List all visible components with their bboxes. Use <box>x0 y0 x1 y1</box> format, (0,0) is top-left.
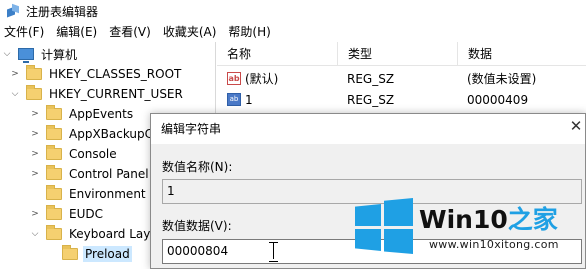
close-icon[interactable]: ✕ <box>567 116 585 136</box>
folder-icon <box>26 85 42 100</box>
tree-item-computer[interactable]: ⌵ 计算机 <box>2 44 79 64</box>
computer-icon <box>18 48 34 63</box>
tree-item-control-panel[interactable]: > Control Panel <box>30 164 151 184</box>
tree-item-console[interactable]: > Console <box>30 144 119 164</box>
list-header: 名称 类型 数据 <box>217 42 586 66</box>
tree-item-hkcu[interactable]: ⌵ HKEY_CURRENT_USER <box>10 84 185 104</box>
value-name-label: 数值名称(N): <box>162 160 233 174</box>
tree-label: AppXBackupC <box>69 127 154 141</box>
column-header-name[interactable]: 名称 <box>217 42 337 66</box>
value-type: REG_SZ <box>347 72 395 86</box>
column-header-data[interactable]: 数据 <box>457 42 586 66</box>
value-data: (数值未设置) <box>467 72 537 86</box>
menu-file[interactable]: 文件(F) <box>0 22 50 42</box>
watermark-brand: Win10之家 <box>419 200 558 236</box>
windows-logo-icon <box>355 198 413 254</box>
tree-label: Console <box>69 147 117 161</box>
folder-icon <box>46 125 62 140</box>
tree-item-appevents[interactable]: > AppEvents <box>30 104 135 124</box>
value-name: (默认) <box>245 72 279 86</box>
tree-item-environment[interactable]: Environment <box>46 184 148 204</box>
tree-label: EUDC <box>69 207 103 221</box>
value-type: REG_SZ <box>347 93 395 107</box>
chevron-right-icon[interactable]: > <box>30 129 40 139</box>
tree-label: HKEY_CLASSES_ROOT <box>49 67 182 81</box>
value-data: 00000409 <box>467 93 529 107</box>
chevron-down-icon[interactable]: ⌵ <box>30 229 40 239</box>
registry-editor-icon <box>6 3 20 18</box>
watermark: Win10之家 www.win10xitong.com <box>355 196 586 269</box>
chevron-down-icon[interactable]: ⌵ <box>10 89 20 99</box>
menu-edit[interactable]: 编辑(E) <box>50 22 103 42</box>
menu-favorites[interactable]: 收藏夹(A) <box>157 22 223 42</box>
column-header-type[interactable]: 类型 <box>337 42 457 66</box>
value-name: 1 <box>245 93 253 107</box>
tree-item-eudc[interactable]: > EUDC <box>30 204 105 224</box>
chevron-right-icon[interactable]: > <box>30 169 40 179</box>
tree-label: 计算机 <box>41 47 78 62</box>
tree-item-keyboard-layout[interactable]: ⌵ Keyboard Lay <box>30 224 152 244</box>
text-cursor-icon <box>269 242 278 262</box>
value-data-label: 数值数据(V): <box>162 219 232 233</box>
string-value-icon: ab <box>227 72 241 85</box>
folder-open-icon <box>62 245 78 260</box>
folder-icon <box>46 225 62 240</box>
value-data-text: 00000804 <box>167 244 229 258</box>
tree-label: Keyboard Lay <box>69 227 151 241</box>
chevron-right-icon[interactable]: > <box>30 209 40 219</box>
folder-icon <box>46 105 62 120</box>
tree-label: HKEY_CURRENT_USER <box>49 87 183 101</box>
tree-item-preload[interactable]: Preload <box>62 244 132 264</box>
menu-help[interactable]: 帮助(H) <box>222 22 276 42</box>
chevron-right-icon[interactable]: > <box>30 109 40 119</box>
tree-label: Environment <box>69 187 146 201</box>
tree-label: Preload <box>83 246 132 262</box>
window-title: 注册表编辑器 <box>26 4 99 19</box>
dialog-title: 编辑字符串 <box>161 122 222 136</box>
tree-item-hkcr[interactable]: > HKEY_CLASSES_ROOT <box>10 64 183 84</box>
table-row[interactable]: ab 1 REG_SZ 00000409 <box>217 90 586 110</box>
tree-label: Control Panel <box>69 167 149 181</box>
menu-bar: 文件(F) 编辑(E) 查看(V) 收藏夹(A) 帮助(H) <box>0 22 586 42</box>
table-row[interactable]: ab (默认) REG_SZ (数值未设置) <box>217 69 586 89</box>
folder-icon <box>46 145 62 160</box>
tree-item-appxbackup[interactable]: > AppXBackupC <box>30 124 155 144</box>
watermark-brand-prefix: Win10 <box>419 205 508 234</box>
watermark-url: www.win10xitong.com <box>429 238 559 251</box>
watermark-brand-suffix: 之家 <box>507 205 558 234</box>
title-bar: 注册表编辑器 <box>0 0 586 22</box>
folder-icon <box>46 205 62 220</box>
chevron-right-icon[interactable]: > <box>30 149 40 159</box>
folder-icon <box>26 65 42 80</box>
chevron-right-icon[interactable]: > <box>10 69 20 79</box>
folder-icon <box>46 165 62 180</box>
string-value-icon: ab <box>227 93 241 106</box>
tree-label: AppEvents <box>69 107 134 121</box>
menu-view[interactable]: 查看(V) <box>103 22 157 42</box>
chevron-down-icon[interactable]: ⌵ <box>2 49 12 59</box>
folder-icon <box>46 185 62 200</box>
